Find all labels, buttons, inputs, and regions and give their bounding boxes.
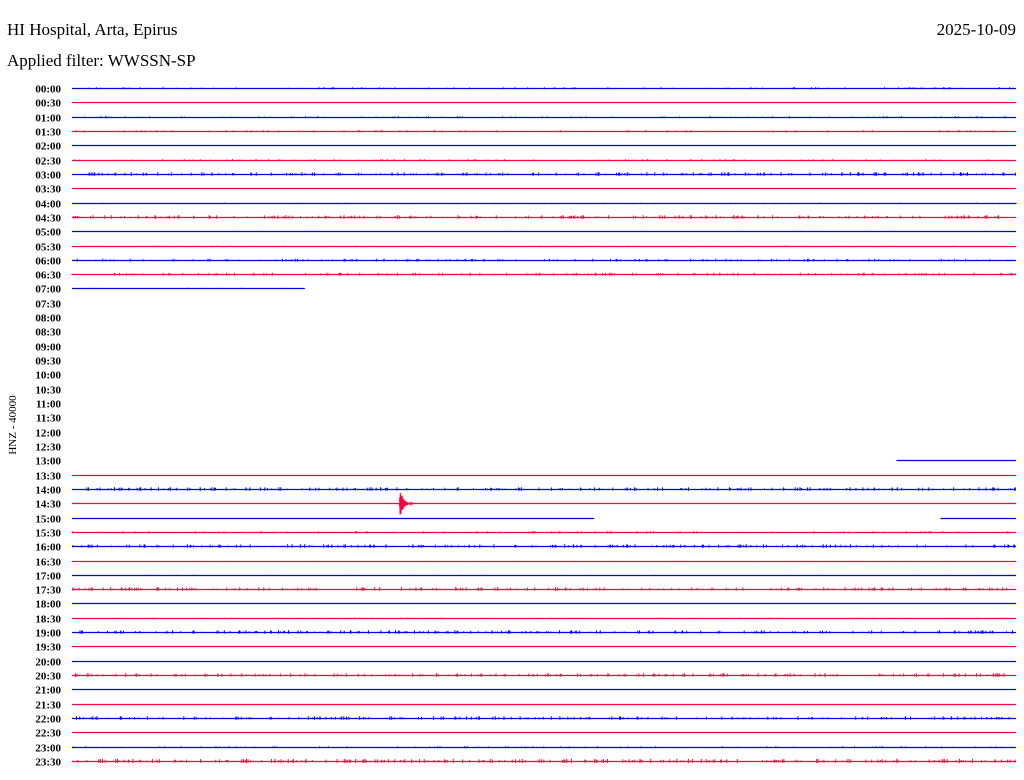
row-time-label: 14:00 — [35, 485, 61, 497]
row-time-label: 20:30 — [35, 671, 61, 683]
row-time-label: 03:30 — [35, 184, 61, 196]
row-time-label: 15:30 — [35, 528, 61, 540]
row-time-label: 01:30 — [35, 127, 61, 139]
row-time-label: 17:00 — [35, 571, 61, 583]
row-time-label: 19:00 — [35, 628, 61, 640]
row-time-label: 01:00 — [35, 113, 61, 125]
row-time-label: 21:00 — [35, 685, 61, 697]
row-time-label: 08:30 — [35, 327, 61, 339]
row-time-label: 07:30 — [35, 299, 61, 311]
row-time-label: 17:30 — [35, 585, 61, 597]
row-time-label: 13:30 — [35, 471, 61, 483]
row-time-label: 08:00 — [35, 313, 61, 325]
seismic-event-trace — [398, 492, 415, 515]
row-time-label: 18:00 — [35, 599, 61, 611]
row-time-label: 23:30 — [35, 757, 61, 769]
row-time-label: 22:30 — [35, 728, 61, 740]
row-time-label: 15:00 — [35, 514, 61, 526]
row-time-label: 10:00 — [35, 370, 61, 382]
row-time-label: 02:30 — [35, 156, 61, 168]
row-time-label: 16:30 — [35, 557, 61, 569]
row-time-label: 13:00 — [35, 456, 61, 468]
row-time-label: 03:00 — [35, 170, 61, 182]
row-time-label: 05:00 — [35, 227, 61, 239]
row-time-label: 07:00 — [35, 284, 61, 296]
row-time-label: 14:30 — [35, 499, 61, 511]
row-time-label: 12:00 — [35, 428, 61, 440]
row-time-label: 21:30 — [35, 700, 61, 712]
row-time-label: 22:00 — [35, 714, 61, 726]
row-time-label: 20:00 — [35, 657, 61, 669]
row-time-label: 06:30 — [35, 270, 61, 282]
row-time-label: 09:30 — [35, 356, 61, 368]
row-time-label: 00:30 — [35, 98, 61, 110]
row-time-label: 05:30 — [35, 242, 61, 254]
row-time-label: 00:00 — [35, 84, 61, 96]
row-time-label: 12:30 — [35, 442, 61, 454]
row-time-label: 06:00 — [35, 256, 61, 268]
row-time-label: 23:00 — [35, 743, 61, 755]
row-time-label: 04:30 — [35, 213, 61, 225]
row-time-label: 16:00 — [35, 542, 61, 554]
row-time-label: 04:00 — [35, 199, 61, 211]
row-time-label: 11:00 — [36, 399, 62, 411]
row-time-label: 09:00 — [35, 342, 61, 354]
row-time-label: 02:00 — [35, 141, 61, 153]
row-time-label: 19:30 — [35, 642, 61, 654]
row-time-label: 10:30 — [35, 385, 61, 397]
helicorder-plot: 00:00 00:30 01:00 01:30 02:00 02:30 03:00 03:30… — [35, 84, 1017, 769]
row-time-label: 11:30 — [36, 413, 62, 425]
row-time-label: 18:30 — [35, 614, 61, 626]
